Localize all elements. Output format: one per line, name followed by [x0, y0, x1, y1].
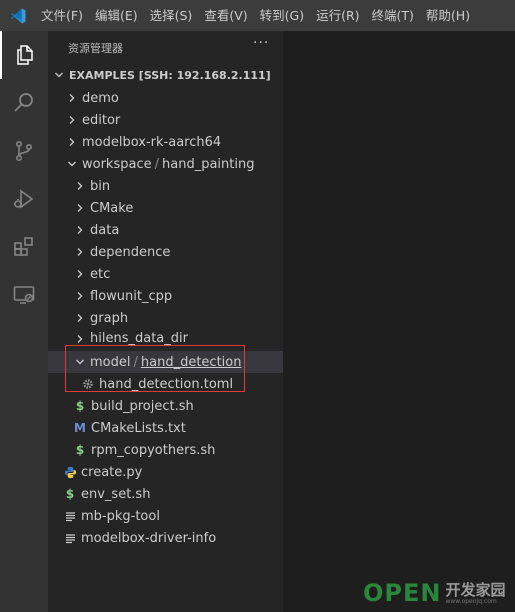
tree-label: env_set.sh — [81, 486, 151, 502]
tree-label: modelbox-rk-aarch64 — [82, 134, 222, 150]
chevron-right-icon — [72, 331, 88, 347]
tree-label: etc — [90, 266, 111, 282]
text-file-icon — [62, 508, 78, 524]
tree-folder-model-hand-detection[interactable]: model / hand_detection — [48, 351, 283, 373]
chevron-right-icon — [64, 112, 80, 128]
menu-selection[interactable]: 选择(S) — [144, 0, 199, 31]
tree-label: CMake — [90, 200, 134, 216]
explorer-icon[interactable] — [0, 31, 48, 79]
chevron-right-icon — [72, 178, 88, 194]
tree-file-hand-detection-toml[interactable]: hand_detection.toml — [48, 373, 283, 395]
python-icon — [62, 464, 78, 480]
extensions-icon[interactable] — [0, 223, 48, 271]
watermark-sub: www.openjq.com — [445, 597, 497, 605]
tree-label: graph — [90, 310, 129, 326]
chevron-down-icon — [51, 67, 67, 83]
tree-folder-etc[interactable]: etc — [48, 263, 283, 285]
tree-file-build-project-sh[interactable]: $ build_project.sh — [48, 395, 283, 417]
watermark-cn: 开发家园 — [445, 580, 506, 599]
tree-label: editor — [82, 112, 121, 128]
source-control-icon[interactable] — [0, 127, 48, 175]
tree-file-modelbox-driver-info[interactable]: modelbox-driver-info — [48, 527, 283, 549]
explorer-sidebar: 资源管理器 ··· EXAMPLES [SSH: 192.168.2.111] … — [48, 31, 283, 612]
menu-file[interactable]: 文件(F) — [35, 0, 89, 31]
tree-label: rpm_copyothers.sh — [91, 442, 216, 458]
tree-label: create.py — [81, 464, 143, 480]
tree-label: flowunit_cpp — [90, 288, 173, 304]
tree-folder-data[interactable]: data — [48, 219, 283, 241]
tree-label: modelbox-driver-info — [81, 530, 217, 546]
watermark-logo: OPEN 开发家园 www.openjq.com — [363, 578, 506, 608]
tree-folder-dependence[interactable]: dependence — [48, 241, 283, 263]
menu-view[interactable]: 查看(V) — [198, 0, 253, 31]
tree-label: hand_detection.toml — [99, 376, 234, 392]
chevron-right-icon — [72, 266, 88, 282]
menu-terminal[interactable]: 终端(T) — [366, 0, 420, 31]
tree-label: mb-pkg-tool — [81, 508, 160, 524]
shell-script-icon: $ — [75, 443, 85, 457]
activity-bar — [0, 31, 48, 612]
tree-folder-demo[interactable]: demo — [48, 87, 283, 109]
tree-file-env-set-sh[interactable]: $ env_set.sh — [48, 483, 283, 505]
chevron-down-icon — [64, 156, 80, 172]
workspace-section-header[interactable]: EXAMPLES [SSH: 192.168.2.111] — [48, 64, 283, 86]
path-separator: / — [133, 354, 138, 370]
menu-run[interactable]: 运行(R) — [310, 0, 365, 31]
more-actions-button[interactable]: ··· — [253, 35, 269, 51]
search-icon[interactable] — [0, 79, 48, 127]
workspace-title: EXAMPLES [SSH: 192.168.2.111] — [69, 68, 271, 82]
tree-file-create-py[interactable]: create.py — [48, 461, 283, 483]
chevron-right-icon — [72, 200, 88, 216]
tree-label: CMakeLists.txt — [91, 420, 186, 436]
tree-label: demo — [82, 90, 119, 106]
tree-folder-bin[interactable]: bin — [48, 175, 283, 197]
chevron-down-icon — [72, 354, 88, 370]
tree-folder-editor[interactable]: editor — [48, 109, 283, 131]
tree-folder-graph[interactable]: graph — [48, 307, 283, 329]
watermark-brand: OPEN — [363, 579, 442, 607]
editor-area[interactable] — [283, 31, 515, 612]
tree-label-model: model — [90, 354, 131, 370]
tree-label-hand-painting: hand_painting — [162, 156, 255, 172]
tree-folder-modelbox-rk-aarch64[interactable]: modelbox-rk-aarch64 — [48, 131, 283, 153]
tree-folder-hilens-data-dir[interactable]: hilens_data_dir — [48, 329, 283, 347]
tree-label-hand-detection: hand_detection — [140, 354, 242, 370]
chevron-right-icon — [64, 90, 80, 106]
vscode-logo-icon — [0, 0, 35, 31]
tree-folder-cmake[interactable]: CMake — [48, 197, 283, 219]
tree-file-mb-pkg-tool[interactable]: mb-pkg-tool — [48, 505, 283, 527]
shell-script-icon: $ — [75, 399, 85, 413]
menu-edit[interactable]: 编辑(E) — [89, 0, 144, 31]
sidebar-title: 资源管理器 — [68, 42, 123, 55]
tree-label: data — [90, 222, 120, 238]
shell-script-icon: $ — [65, 487, 75, 501]
tree-label: dependence — [90, 244, 171, 260]
chevron-right-icon — [72, 310, 88, 326]
chevron-right-icon — [72, 244, 88, 260]
menu-bar: 文件(F) 编辑(E) 选择(S) 查看(V) 转到(G) 运行(R) 终端(T… — [0, 0, 515, 31]
run-debug-icon[interactable] — [0, 175, 48, 223]
tree-file-rpm-copyothers-sh[interactable]: $ rpm_copyothers.sh — [48, 439, 283, 461]
path-separator: / — [154, 156, 159, 172]
tree-file-cmakelists[interactable]: M CMakeLists.txt — [48, 417, 283, 439]
tree-label: bin — [90, 178, 111, 194]
text-file-icon — [62, 530, 78, 546]
tree-label: hilens_data_dir — [90, 331, 188, 346]
gear-icon — [80, 376, 96, 392]
tree-folder-flowunit-cpp[interactable]: flowunit_cpp — [48, 285, 283, 307]
tree-folder-workspace-hand-painting[interactable]: workspace / hand_painting — [48, 153, 283, 175]
menu-go[interactable]: 转到(G) — [254, 0, 310, 31]
menu-help[interactable]: 帮助(H) — [420, 0, 476, 31]
cmake-icon: M — [74, 421, 86, 435]
tree-label: build_project.sh — [91, 398, 194, 414]
tree-label-workspace: workspace — [82, 156, 152, 172]
remote-explorer-icon[interactable] — [0, 271, 48, 319]
chevron-right-icon — [72, 288, 88, 304]
chevron-right-icon — [64, 134, 80, 150]
chevron-right-icon — [72, 222, 88, 238]
